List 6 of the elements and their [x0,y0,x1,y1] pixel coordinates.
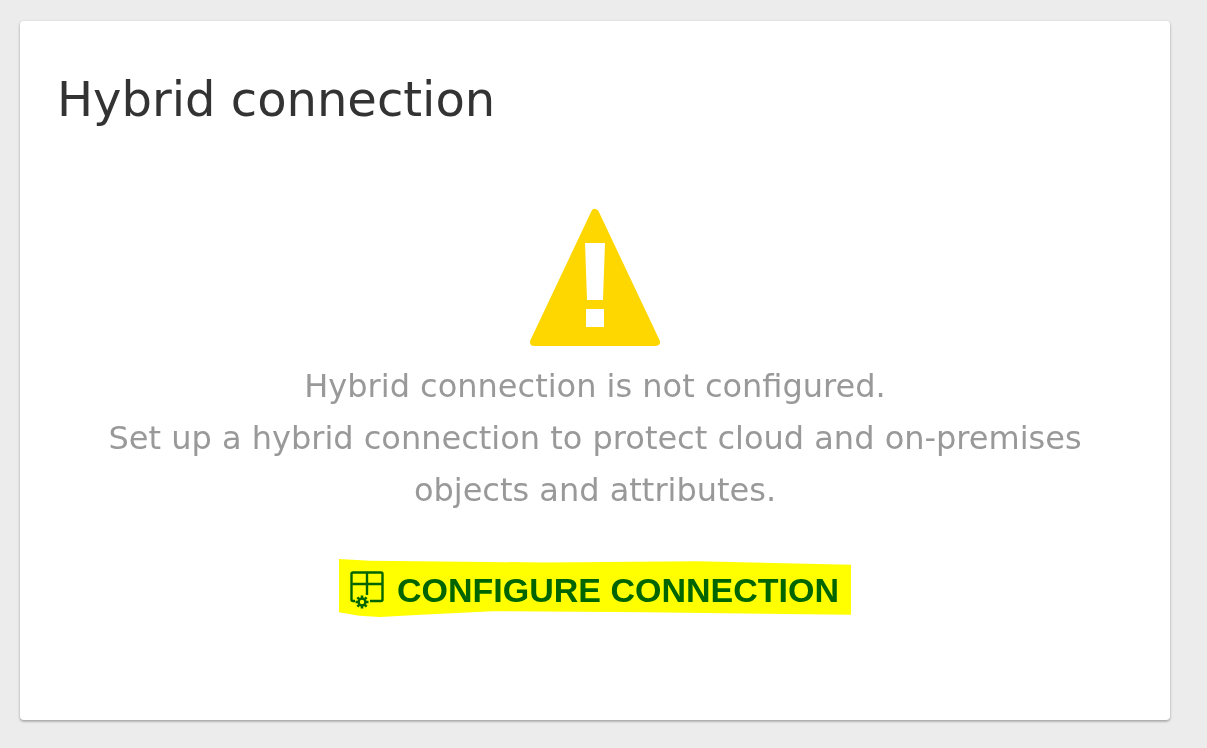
card-title: Hybrid connection [57,70,496,128]
status-detail: Set up a hybrid connection to protect cloud and on-premises objects and attributes. [107,418,1083,511]
warning-icon [529,208,661,347]
status-message: Hybrid connection is not configured. [304,366,886,407]
grid-gear-icon [350,571,384,609]
configure-button[interactable]: CONFIGURE CONNECTION [339,559,851,617]
